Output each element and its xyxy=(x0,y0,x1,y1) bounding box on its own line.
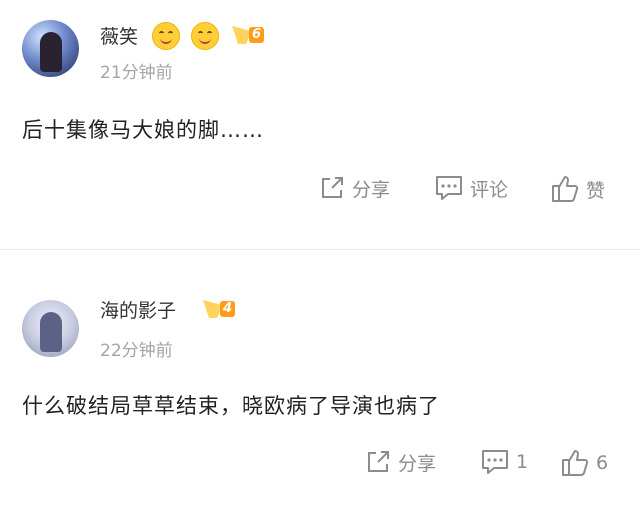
smiling-face-icon xyxy=(152,22,180,50)
share-icon xyxy=(318,174,346,202)
timestamp: 21分钟前 xyxy=(100,63,173,83)
username[interactable]: 薇笑 xyxy=(100,22,138,49)
comment-icon xyxy=(480,448,510,476)
comment-label: 评论 xyxy=(470,178,509,201)
share-button[interactable]: 分享 xyxy=(364,448,436,476)
thumbs-up-icon xyxy=(560,448,590,478)
divider xyxy=(0,249,640,250)
comment-button[interactable]: 1 xyxy=(480,448,528,476)
share-button[interactable]: 分享 xyxy=(318,174,390,202)
comment-text: 后十集像马大娘的脚…… xyxy=(22,118,264,142)
share-label: 分享 xyxy=(352,178,391,201)
username[interactable]: 海的影子 xyxy=(100,296,176,323)
avatar[interactable] xyxy=(22,300,79,357)
comment-item: 海的影子 4 22分钟前 什么破结局草草结束，晓欧病了导演也病了 分享 1 6 xyxy=(0,278,640,515)
action-bar: 分享 1 6 xyxy=(0,448,640,484)
comment-icon xyxy=(434,174,464,202)
comment-count: 1 xyxy=(516,451,529,473)
like-label: 赞 xyxy=(586,179,606,202)
like-count: 6 xyxy=(596,452,609,474)
like-button[interactable]: 6 xyxy=(560,448,608,478)
timestamp: 22分钟前 xyxy=(100,341,173,361)
like-button[interactable]: 赞 xyxy=(550,174,605,204)
level-badge: 4 xyxy=(203,298,237,322)
smiling-face-icon xyxy=(191,22,219,50)
thumbs-up-icon xyxy=(550,174,580,204)
comment-item: 薇笑 6 21分钟前 后十集像马大娘的脚…… 分享 评论 赞 xyxy=(0,0,640,248)
comment-button[interactable]: 评论 xyxy=(434,174,508,202)
level-badge: 6 xyxy=(232,24,266,48)
comment-text: 什么破结局草草结束，晓欧病了导演也病了 xyxy=(22,394,440,418)
action-bar: 分享 评论 赞 xyxy=(0,174,640,210)
share-icon xyxy=(364,448,392,476)
avatar[interactable] xyxy=(22,20,79,77)
share-label: 分享 xyxy=(398,452,437,475)
